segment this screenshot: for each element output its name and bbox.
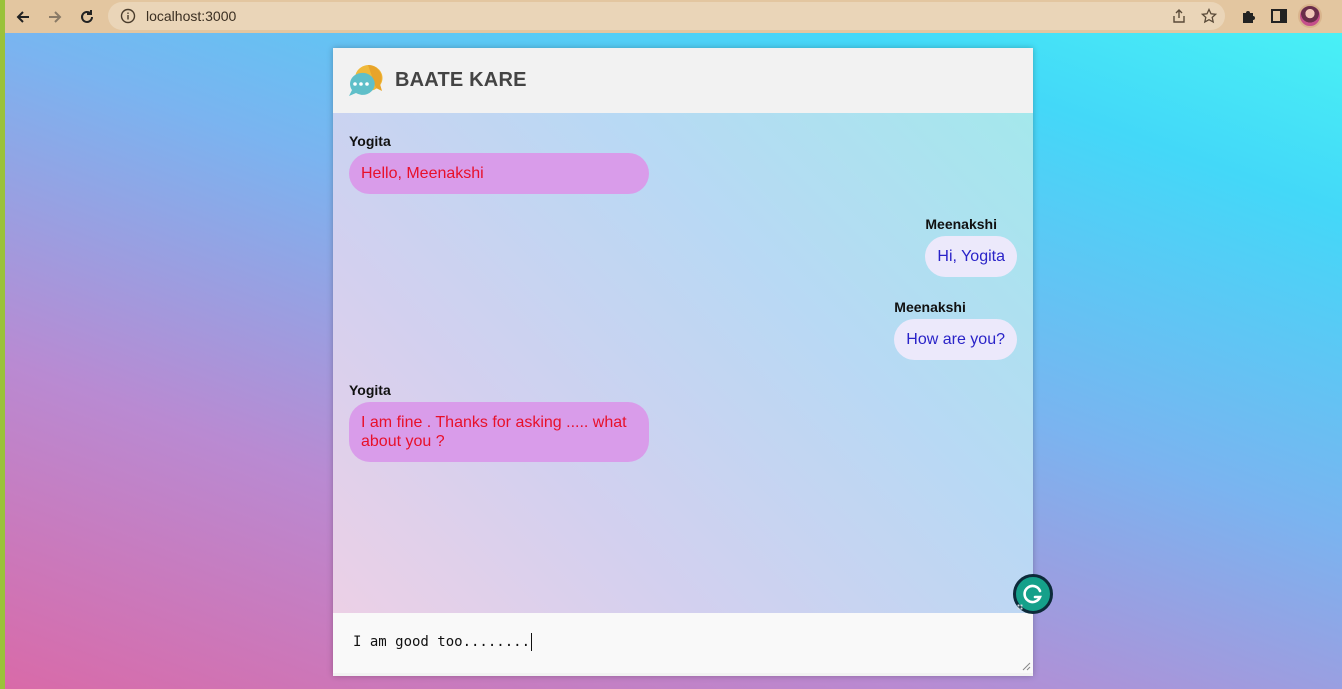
- message-sender: Meenakshi: [925, 216, 997, 232]
- message-bubble-incoming: Hello, Meenakshi: [349, 153, 649, 194]
- chat-header: BAATE KARE: [333, 48, 1033, 113]
- message-sender: Meenakshi: [894, 299, 966, 315]
- message-bubble-outgoing: How are you?: [894, 319, 1017, 360]
- profile-avatar[interactable]: [1298, 4, 1322, 28]
- chat-logo-icon: [346, 61, 386, 101]
- message-item: Meenakshi Hi, Yogita: [925, 216, 1017, 277]
- message-item: Meenakshi How are you?: [894, 299, 1017, 360]
- extensions-icon[interactable]: [1240, 7, 1258, 25]
- message-input[interactable]: I am good too........: [333, 613, 1033, 673]
- chat-window: BAATE KARE Yogita Hello, Meenakshi Meena…: [333, 48, 1033, 676]
- forward-button[interactable]: [43, 5, 67, 29]
- forward-icon: [49, 10, 62, 23]
- window-edge: [0, 0, 5, 689]
- url-text[interactable]: localhost:3000: [146, 8, 236, 24]
- message-sender: Yogita: [349, 133, 391, 149]
- app-title: BAATE KARE: [395, 69, 527, 91]
- message-input-value[interactable]: I am good too........: [353, 634, 530, 650]
- share-icon[interactable]: [1171, 8, 1187, 24]
- reload-icon: [81, 9, 93, 23]
- message-bubble-outgoing: Hi, Yogita: [925, 236, 1017, 277]
- message-item: Yogita Hello, Meenakshi: [349, 133, 649, 194]
- message-bubble-incoming: I am fine . Thanks for asking ..... what…: [349, 402, 649, 462]
- message-item: Yogita I am fine . Thanks for asking ...…: [349, 382, 649, 462]
- address-bar[interactable]: localhost:3000: [108, 2, 1225, 30]
- back-button[interactable]: [11, 5, 35, 29]
- text-caret: [531, 633, 533, 651]
- message-list: Yogita Hello, Meenakshi Meenakshi Hi, Yo…: [333, 113, 1033, 613]
- message-sender: Yogita: [349, 382, 391, 398]
- grammarly-icon[interactable]: [1013, 574, 1053, 614]
- browser-toolbar: localhost:3000: [5, 0, 1342, 33]
- resize-handle-icon[interactable]: [1021, 661, 1031, 671]
- info-icon[interactable]: [120, 8, 136, 24]
- back-icon: [16, 10, 29, 23]
- side-panel-icon[interactable]: [1270, 7, 1288, 25]
- star-icon[interactable]: [1201, 8, 1217, 24]
- reload-button[interactable]: [75, 5, 99, 29]
